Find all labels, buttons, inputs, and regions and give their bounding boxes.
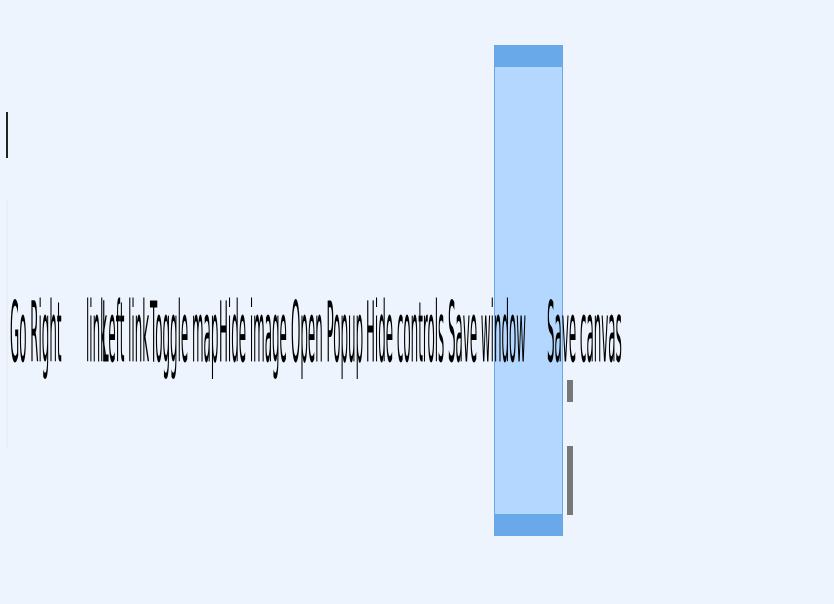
go-right-button[interactable]: Go Right xyxy=(10,292,62,377)
selection-bottom-handle[interactable] xyxy=(495,514,562,535)
text-cursor xyxy=(6,112,8,158)
left-link-button[interactable]: Left link xyxy=(102,292,149,377)
save-canvas-button[interactable]: Save canvas xyxy=(547,292,622,377)
save-window-button[interactable]: Save window xyxy=(448,292,526,377)
toggle-map-button[interactable]: Toggle map xyxy=(150,292,218,377)
toolbar: Go Right link Left link Toggle map Hide … xyxy=(10,190,622,480)
page: Go Right link Left link Toggle map Hide … xyxy=(0,0,834,604)
left-edge xyxy=(6,200,8,448)
hide-controls-button[interactable]: Hide controls xyxy=(366,292,444,377)
selection-top-handle[interactable] xyxy=(495,46,562,67)
open-popup-button[interactable]: Open Popup xyxy=(291,292,363,377)
hide-image-button[interactable]: Hide image xyxy=(219,292,287,377)
scrollbar-gap xyxy=(567,402,573,446)
scrollbar-thumb[interactable] xyxy=(567,380,573,515)
